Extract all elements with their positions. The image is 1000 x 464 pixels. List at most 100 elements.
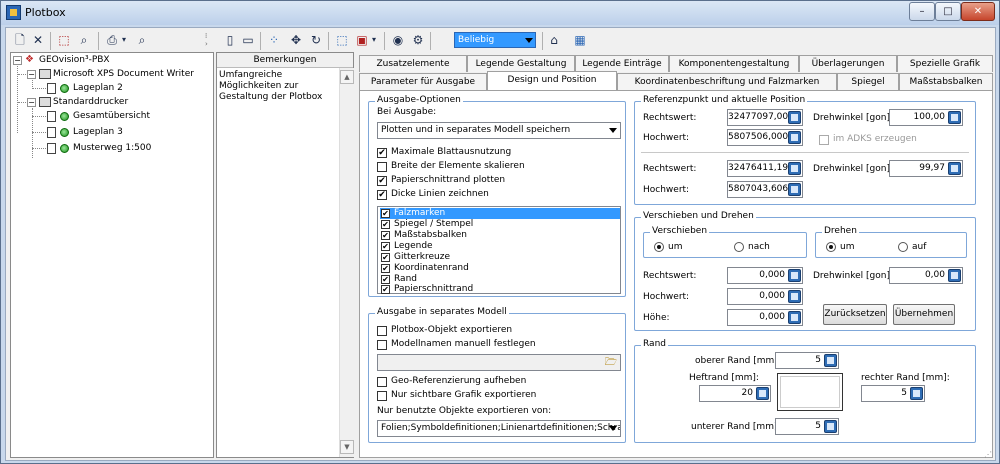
checkbox-plotbox-export[interactable] [377, 326, 387, 336]
ref-rechtswert-field[interactable]: 32477097,000 [727, 109, 803, 126]
oberer-rand-field[interactable]: 5 [775, 352, 839, 369]
calculator-icon[interactable] [788, 183, 801, 196]
pos-rechtswert-field[interactable]: 32476411,192 [727, 160, 803, 177]
export-objects-combo[interactable]: Folien;Symboldefinitionen;Linienartdefin… [377, 420, 621, 437]
preview-icon[interactable]: ⌕ [134, 32, 150, 48]
unterer-rand-field[interactable]: 5 [775, 418, 839, 435]
checkbox-sichtbare-grafik[interactable] [377, 391, 387, 401]
heftrand-field[interactable]: 20 [699, 385, 771, 402]
rechter-rand-field[interactable]: 5 [861, 385, 925, 402]
checkbox-max-blatt[interactable]: ✔ [377, 148, 387, 158]
minimize-button[interactable]: – [909, 2, 935, 21]
checkbox-adks[interactable] [819, 135, 829, 145]
title-bar[interactable]: Plotbox – □ ✕ [1, 1, 999, 25]
calculator-icon[interactable] [788, 311, 801, 324]
frame-icon[interactable]: ▭ [240, 32, 256, 48]
calculator-icon[interactable] [788, 269, 801, 282]
list-item[interactable]: ✔ Papierschnittrand [380, 284, 620, 295]
shift-drehwinkel-field[interactable]: 0,00 [889, 267, 963, 284]
grid-icon[interactable]: ⁘ [266, 32, 282, 48]
bei-ausgabe-combo[interactable]: Plotten und in separates Modell speicher… [377, 122, 621, 139]
tab-spezielle-grafik[interactable]: Spezielle Grafik [897, 55, 993, 72]
delete-icon[interactable]: ✕ [30, 32, 46, 48]
scroll-up-icon[interactable]: ▲ [340, 70, 354, 84]
collapse-icon[interactable]: − [27, 70, 36, 79]
shift-hoehe-field[interactable]: 0,000 [727, 309, 803, 326]
list-item[interactable]: ✔ Legende [380, 241, 620, 252]
radio-verschieben-nach[interactable] [734, 242, 744, 252]
checkbox[interactable]: ✔ [381, 264, 390, 273]
tree-item-lageplan3[interactable]: Lageplan 3 [73, 126, 123, 139]
tab-parameter-ausgabe[interactable]: Parameter für Ausgabe [359, 73, 487, 90]
calculator-icon[interactable] [788, 111, 801, 124]
splitter-grip-icon[interactable]: ⁞ › [205, 32, 208, 48]
rotate-icon[interactable]: ↻ [308, 32, 324, 48]
resize-grip-icon[interactable]: ⋰ [984, 450, 992, 459]
checkbox-papierschnittrand[interactable]: ✔ [377, 176, 387, 186]
checkbox[interactable]: ✔ [381, 231, 390, 240]
pos-hochwert-field[interactable]: 5807043,606 [727, 181, 803, 198]
collapse-icon[interactable]: − [27, 98, 36, 107]
calculator-icon[interactable] [948, 111, 961, 124]
radio-drehen-um[interactable] [826, 242, 836, 252]
list-item[interactable]: ✔ Koordinatenrand [380, 263, 620, 274]
tree-printer-xps[interactable]: Microsoft XPS Document Writer [53, 68, 194, 81]
calculator-icon[interactable] [948, 269, 961, 282]
tab-zusatzelemente[interactable]: Zusatzelemente [359, 55, 467, 72]
tree-item-gesamt[interactable]: Gesamtübersicht [73, 110, 150, 123]
calculator-icon[interactable] [824, 354, 837, 367]
select-icon[interactable]: ⬚ [56, 32, 72, 48]
calculator-icon[interactable] [788, 131, 801, 144]
checkbox[interactable]: ✔ [381, 209, 390, 218]
tab-legende-eintraege[interactable]: Legende Einträge [575, 55, 669, 72]
calculator-icon[interactable] [788, 162, 801, 175]
calculator-icon[interactable] [948, 162, 961, 175]
tab-spiegel[interactable]: Spiegel [837, 73, 899, 90]
components-checklist[interactable]: ✔ Falzmarken ✔ Spiegel / Stempel ✔ Maßstabs… [377, 206, 621, 294]
tree-root[interactable]: GEOvision³-PBX [39, 54, 110, 67]
print-icon[interactable]: ⎙ [104, 32, 120, 48]
tab-legende-gestaltung[interactable]: Legende Gestaltung [467, 55, 575, 72]
tab-ueberlagerungen[interactable]: Überlagerungen [799, 55, 897, 72]
checkbox[interactable]: ✔ [381, 242, 390, 251]
ref-hochwert-field[interactable]: 5807506,000 [727, 129, 803, 146]
checkbox-modellname[interactable] [377, 340, 387, 350]
remarks-header[interactable]: Bemerkungen [217, 53, 353, 68]
list-item[interactable]: ✔ Maßstabsbalken [380, 230, 620, 241]
tree-printer-standard[interactable]: Standarddrucker [53, 96, 128, 109]
find-icon[interactable]: ⌕ [76, 32, 92, 48]
checkbox-georef[interactable] [377, 377, 387, 387]
tab-koordinatenbeschriftung[interactable]: Koordinatenbeschriftung und Falzmarken [617, 73, 837, 90]
apply-button[interactable]: Übernehmen [893, 304, 955, 325]
scroll-down-icon[interactable]: ▼ [340, 440, 354, 454]
reset-button[interactable]: Zurücksetzen [823, 304, 887, 325]
checkbox[interactable]: ✔ [381, 253, 390, 262]
layer-combo[interactable]: Beliebig [454, 32, 536, 48]
checkbox[interactable]: ✔ [381, 275, 390, 284]
new-icon[interactable]: 🗋 [12, 32, 28, 48]
pos-drehwinkel-field[interactable]: 99,97 [889, 160, 963, 177]
calculator-icon[interactable] [910, 387, 923, 400]
checkbox[interactable]: ✔ [381, 220, 390, 229]
select-area-icon[interactable]: ⬚ [334, 32, 350, 48]
layout-icon[interactable]: ▣ [354, 32, 370, 48]
list-item[interactable]: ✔ Spiegel / Stempel [380, 219, 620, 230]
collapse-icon[interactable]: − [13, 56, 22, 65]
checkbox-dicke-linien[interactable]: ✔ [377, 190, 387, 200]
tree-item-lageplan2[interactable]: Lageplan 2 [73, 82, 123, 95]
tab-design-position[interactable]: Design und Position [487, 71, 617, 90]
checkbox-breite-skalieren[interactable] [377, 162, 387, 172]
close-button[interactable]: ✕ [961, 2, 995, 21]
calculator-icon[interactable] [788, 290, 801, 303]
page-icon[interactable]: ▯ [222, 32, 238, 48]
export-icon[interactable]: ⌂ [546, 32, 562, 48]
plot-icon[interactable]: ▦ [572, 32, 588, 48]
radio-verschieben-um[interactable] [654, 242, 664, 252]
checkbox[interactable]: ✔ [381, 285, 390, 294]
remarks-scrollbar[interactable]: ▲ ▼ [339, 68, 354, 457]
tab-massstabsbalken[interactable]: Maßstabsbalken [899, 73, 993, 90]
list-item[interactable]: ✔ Falzmarken [380, 208, 620, 219]
shift-hochwert-field[interactable]: 0,000 [727, 288, 803, 305]
tree-item-musterweg[interactable]: Musterweg 1:500 [73, 142, 151, 155]
ref-drehwinkel-field[interactable]: 100,00 [889, 109, 963, 126]
